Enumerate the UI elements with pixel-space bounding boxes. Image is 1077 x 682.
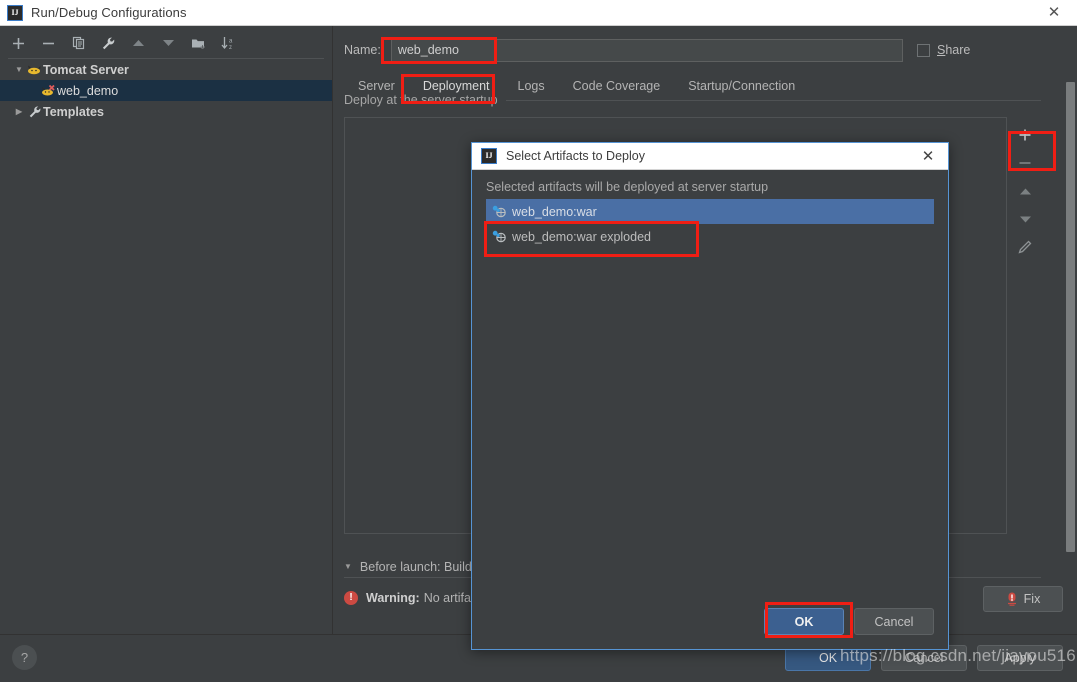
tree-item-label: Templates xyxy=(43,104,104,119)
configurations-tree-panel: a z ▼ Tomcat Server web_demo ▶ Templates xyxy=(0,26,333,634)
tab-startup-connection[interactable]: Startup/Connection xyxy=(674,76,809,100)
share-checkbox[interactable] xyxy=(917,43,930,57)
fix-label: Fix xyxy=(1023,592,1041,606)
tree-item-label: Tomcat Server xyxy=(43,62,129,77)
svg-text:a: a xyxy=(229,39,233,45)
intellij-idea-icon xyxy=(481,148,497,164)
move-up-icon[interactable] xyxy=(130,35,147,52)
dialog-action-buttons: OK Cancel xyxy=(764,608,934,635)
chevron-right-icon[interactable]: ▶ xyxy=(12,107,26,116)
remove-configuration-button[interactable] xyxy=(40,35,57,52)
artifact-item-war-exploded[interactable]: web_demo:war exploded xyxy=(486,224,934,249)
share-label-rest: hare xyxy=(945,43,971,57)
svg-text:z: z xyxy=(229,45,232,50)
chevron-down-icon[interactable]: ▼ xyxy=(12,65,26,74)
dialog-hint: Selected artifacts will be deployed at s… xyxy=(486,180,769,194)
dialog-ok-button[interactable]: OK xyxy=(764,608,844,635)
tree-item-tomcat-server[interactable]: ▼ Tomcat Server xyxy=(8,59,324,80)
share-checkbox-row[interactable]: Share xyxy=(917,43,1067,57)
artifact-label: web_demo:war xyxy=(512,204,597,219)
fix-error-icon xyxy=(1006,592,1018,606)
sort-az-icon[interactable]: a z xyxy=(220,35,237,52)
tree-item-label: web_demo xyxy=(57,83,119,98)
configurations-tree: ▼ Tomcat Server web_demo ▶ Templates xyxy=(0,58,332,634)
name-input[interactable] xyxy=(390,38,903,62)
chevron-down-icon[interactable]: ▼ xyxy=(344,562,352,571)
pencil-icon[interactable] xyxy=(1012,237,1038,257)
move-artifact-down-button[interactable] xyxy=(1012,209,1038,229)
artifact-icon xyxy=(492,230,512,243)
move-down-icon[interactable] xyxy=(160,35,177,52)
dialog-titlebar: Select Artifacts to Deploy ✕ xyxy=(472,143,948,170)
deployment-list-toolbar xyxy=(1009,117,1041,534)
dialog-title: Select Artifacts to Deploy xyxy=(506,149,645,163)
move-artifact-up-button[interactable] xyxy=(1012,181,1038,201)
tree-item-web-demo[interactable]: web_demo xyxy=(0,80,332,101)
dialog-close-button[interactable]: ✕ xyxy=(916,143,940,169)
window-close-button[interactable]: ✕ xyxy=(1031,0,1077,25)
watermark-text: https://blog.csdn.net/jiayou516 xyxy=(840,646,1076,665)
deploy-group-label: Deploy at the server startup xyxy=(344,93,506,107)
artifacts-list[interactable]: web_demo:war web_demo:war exploded xyxy=(486,199,934,591)
copy-configuration-icon[interactable] xyxy=(70,35,87,52)
run-debug-configurations-window: Run/Debug Configurations ✕ xyxy=(0,0,1077,682)
help-button[interactable]: ? xyxy=(12,645,37,670)
before-launch-label: Before launch: Build, A xyxy=(359,559,487,574)
configurations-toolbar: a z xyxy=(0,30,333,56)
add-configuration-button[interactable] xyxy=(10,35,27,52)
tab-logs[interactable]: Logs xyxy=(504,76,559,100)
window-titlebar: Run/Debug Configurations ✕ xyxy=(0,0,1077,26)
artifact-icon xyxy=(492,205,512,218)
name-label: Name: xyxy=(344,43,381,57)
select-artifacts-dialog: Select Artifacts to Deploy ✕ Selected ar… xyxy=(471,142,949,650)
artifact-item-war[interactable]: web_demo:war xyxy=(486,199,934,224)
tree-item-templates[interactable]: ▶ Templates xyxy=(8,101,324,122)
window-title: Run/Debug Configurations xyxy=(31,5,187,20)
tomcat-cat-icon xyxy=(26,63,43,76)
tab-code-coverage[interactable]: Code Coverage xyxy=(559,76,675,100)
name-row: Name: Share xyxy=(334,38,1067,62)
tomcat-config-icon xyxy=(40,84,57,97)
share-label: Share xyxy=(937,43,970,57)
dialog-cancel-button[interactable]: Cancel xyxy=(854,608,934,635)
wrench-icon xyxy=(26,105,43,119)
artifact-label: web_demo:war exploded xyxy=(512,229,651,244)
fix-button[interactable]: Fix xyxy=(983,586,1063,612)
warning-title: Warning: xyxy=(366,591,420,605)
add-artifact-button[interactable] xyxy=(1012,125,1038,145)
folder-plus-icon[interactable] xyxy=(190,35,207,52)
error-icon xyxy=(344,590,358,605)
main-vertical-scrollbar[interactable] xyxy=(1066,82,1075,552)
intellij-idea-icon xyxy=(7,4,23,21)
wrench-icon[interactable] xyxy=(100,35,117,52)
remove-artifact-button[interactable] xyxy=(1012,153,1038,173)
